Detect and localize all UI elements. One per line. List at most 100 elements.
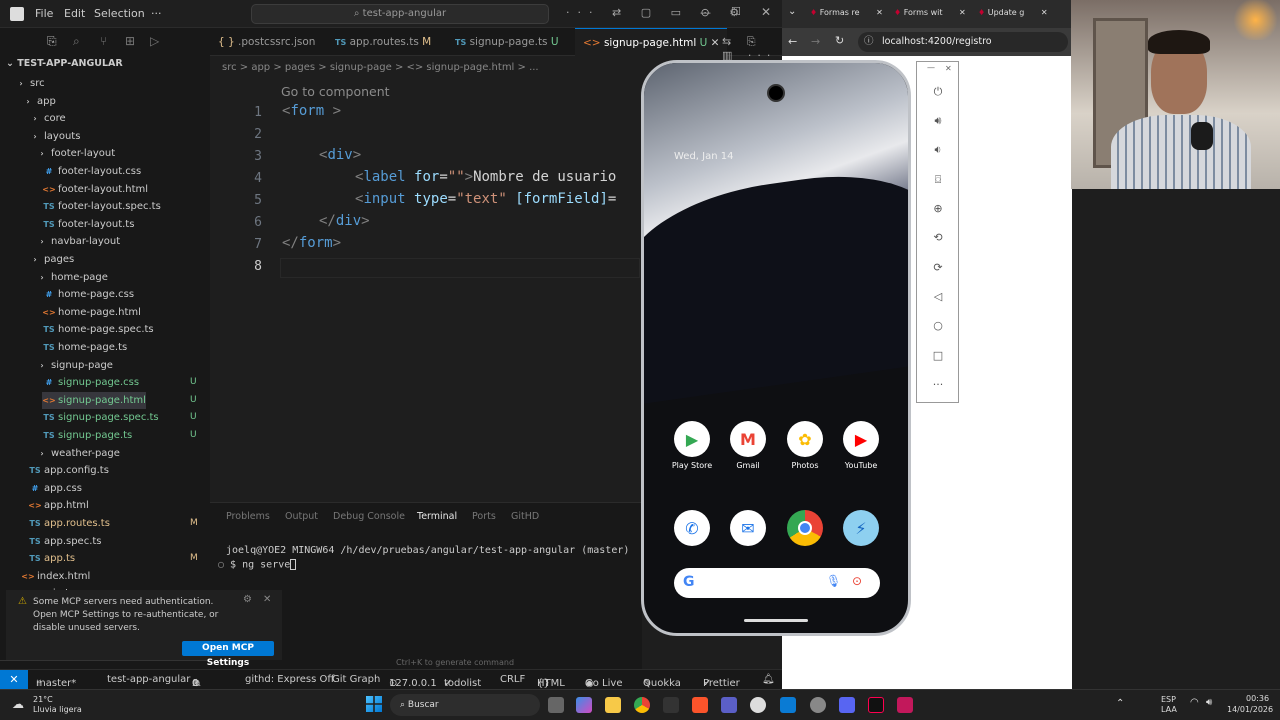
task-view-icon[interactable]: [548, 697, 564, 713]
menu-edit[interactable]: Edit: [64, 7, 85, 20]
address-bar[interactable]: ⓘ localhost:4200/registro: [858, 32, 1068, 52]
copilot-icon[interactable]: [576, 697, 592, 713]
app-icon[interactable]: [897, 697, 913, 713]
windows-start-icon[interactable]: [366, 696, 382, 712]
tab-app-routes[interactable]: TS app.routes.ts M: [335, 28, 431, 56]
code-editor[interactable]: Go to component 1 2 3 4 5 6 7 8 <form > …: [210, 78, 642, 498]
search-icon[interactable]: ⌕: [73, 34, 80, 49]
tree-file[interactable]: TS signup-page.spec.ts: [42, 409, 158, 426]
volume-up-icon[interactable]: 🔊︎: [929, 112, 947, 130]
reload-icon[interactable]: ↻: [835, 34, 844, 47]
source-control-icon[interactable]: ⑂: [100, 34, 107, 48]
terminal-command[interactable]: ○ $ ng serve: [218, 559, 297, 571]
tab-list-chevron-icon[interactable]: ⌄: [788, 6, 796, 17]
more-icon[interactable]: ···: [929, 376, 947, 394]
keyboard-layout[interactable]: LAA: [1161, 705, 1177, 714]
breadcrumb[interactable]: src > app > pages > signup-page > <> sig…: [210, 58, 640, 78]
menu-selection[interactable]: Selection: [94, 7, 145, 20]
rotate-left-icon[interactable]: ⟲: [929, 229, 947, 247]
wifi-icon[interactable]: ◠: [1190, 697, 1199, 708]
app-youtube[interactable]: ▶ YouTube: [833, 421, 889, 470]
tree-file[interactable]: TS footer-layout.ts: [42, 216, 134, 233]
camera-icon[interactable]: ⌼: [929, 171, 947, 189]
app-photos[interactable]: ✿ Photos: [777, 421, 833, 470]
discord-icon[interactable]: [839, 697, 855, 713]
tree-file[interactable]: # signup-page.css: [42, 374, 139, 391]
editor-actions[interactable]: ⇆ ⎘ ▥ ···: [722, 35, 782, 62]
browser-tab-2[interactable]: ♦ Forms wit ✕: [894, 8, 966, 17]
chrome-icon[interactable]: [634, 697, 650, 713]
tree-file[interactable]: TS app.config.ts: [28, 462, 109, 479]
extensions-icon[interactable]: ⊞: [125, 34, 135, 48]
weather-temp[interactable]: 21°C: [33, 695, 53, 704]
taskbar-search[interactable]: ⌕ Buscar: [390, 694, 540, 716]
tree-file[interactable]: <> footer-layout.html: [42, 181, 148, 198]
tiktok-icon[interactable]: [868, 697, 884, 713]
tree-file[interactable]: <> signup-page.html: [42, 391, 146, 409]
tree-folder[interactable]: › navbar-layout: [35, 233, 120, 250]
app-flutter[interactable]: ⚡: [833, 510, 889, 550]
close-button[interactable]: ✕: [761, 5, 771, 19]
tree-folder[interactable]: › layouts: [28, 128, 80, 145]
terminal-icon[interactable]: [663, 697, 679, 713]
panel-tab-githd[interactable]: GitHD: [511, 511, 539, 522]
tab-postcssrc[interactable]: { } .postcssrc.json: [218, 28, 315, 56]
tree-file[interactable]: # app.css: [28, 480, 82, 497]
new-file-icon[interactable]: ⎘: [47, 34, 57, 49]
minimize-icon[interactable]: —: [927, 63, 935, 72]
tree-folder[interactable]: › app: [21, 93, 55, 110]
panel-tab-output[interactable]: Output: [285, 511, 318, 522]
app-messages[interactable]: ✉: [720, 510, 776, 550]
clock-time[interactable]: 00:36: [1246, 694, 1269, 703]
keyboard-lang[interactable]: ESP: [1161, 695, 1176, 704]
tab-signup-page-ts[interactable]: TS signup-page.ts U: [455, 28, 559, 56]
rotate-right-icon[interactable]: ⟳: [929, 259, 947, 277]
volume-down-icon[interactable]: 🔉︎: [929, 141, 947, 159]
close-icon[interactable]: ✕: [263, 594, 271, 605]
tree-folder[interactable]: › signup-page: [35, 357, 113, 374]
tree-file[interactable]: TS home-page.spec.ts: [42, 321, 153, 338]
android-emulator[interactable]: Wed, Jan 14 ▶ Play Store M Gmail ✿ Photos ▶…: [641, 60, 911, 636]
tree-file[interactable]: TS app.routes.ts: [28, 515, 110, 532]
tree-file[interactable]: <> home-page.html: [42, 304, 141, 321]
menu-more[interactable]: ···: [151, 7, 162, 20]
tree-file[interactable]: TS home-page.ts: [42, 339, 127, 356]
app-icon[interactable]: [721, 697, 737, 713]
browser-tab-3[interactable]: ♦ Update g ✕: [978, 8, 1048, 17]
tree-file[interactable]: # home-page.css: [42, 286, 134, 303]
app-gmail[interactable]: M Gmail: [720, 421, 776, 470]
overview-icon[interactable]: □: [929, 347, 947, 365]
app-icon[interactable]: [810, 697, 826, 713]
brave-icon[interactable]: [692, 697, 708, 713]
panel-tab-debug-console[interactable]: Debug Console: [333, 511, 405, 522]
mic-icon[interactable]: 🎙︎: [826, 574, 841, 588]
tree-file[interactable]: <> index.html: [21, 568, 90, 585]
weather-desc[interactable]: Lluvia ligera: [33, 705, 82, 714]
menu-file[interactable]: File: [35, 7, 53, 20]
run-icon[interactable]: ▷: [150, 34, 159, 48]
tree-file[interactable]: TS app.spec.ts: [28, 533, 101, 550]
layout-icons[interactable]: ··· ⇄ ▢ ▭ ⊙ ⚙: [566, 6, 747, 19]
open-mcp-settings-button[interactable]: Open MCP Settings: [182, 641, 274, 668]
forward-icon[interactable]: →: [811, 35, 820, 48]
zoom-icon[interactable]: ⊕: [929, 200, 947, 218]
status-gitgraph[interactable]: Git Graph: [332, 674, 380, 685]
tree-file[interactable]: TS signup-page.ts: [42, 427, 132, 444]
maximize-button[interactable]: ☐: [731, 5, 741, 18]
google-search-bar[interactable]: G 🎙︎ ⊙: [674, 568, 880, 598]
remote-indicator[interactable]: ✕: [0, 670, 28, 690]
tree-folder[interactable]: › pages: [28, 251, 74, 268]
tab-signup-page-html[interactable]: <> signup-page.html U ✕: [575, 28, 728, 56]
tree-file[interactable]: # footer-layout.css: [42, 163, 142, 180]
tree-file[interactable]: TS app.ts: [28, 550, 75, 567]
settings-gear-icon[interactable]: ⚙: [243, 594, 252, 605]
codelens-go-to-component[interactable]: Go to component: [281, 84, 390, 99]
tree-folder[interactable]: › footer-layout: [35, 145, 115, 162]
app-play-store[interactable]: ▶ Play Store: [664, 421, 720, 470]
tree-folder[interactable]: › weather-page: [35, 445, 120, 462]
browser-tab-1[interactable]: ♦ Formas re ✕: [810, 8, 883, 17]
vscode-icon[interactable]: [780, 697, 796, 713]
minimize-button[interactable]: —: [700, 6, 711, 19]
bell-icon[interactable]: 🔔︎: [762, 674, 775, 685]
panel-tab-ports[interactable]: Ports: [472, 511, 496, 522]
